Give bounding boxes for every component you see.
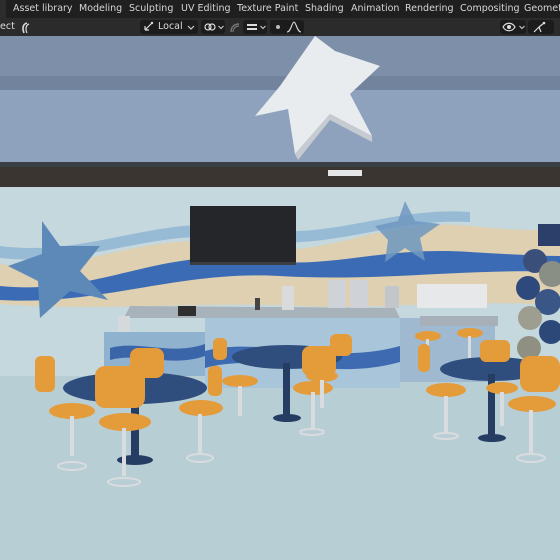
visibility-dropdown[interactable] <box>500 20 526 34</box>
transform-orientation-label: Local <box>158 21 183 32</box>
tab-asset-library[interactable]: Asset library <box>13 0 73 18</box>
tab-animation[interactable]: Animation <box>351 0 399 18</box>
ceiling-edge <box>0 162 560 167</box>
tv-bezel <box>190 262 296 265</box>
viewport-header-toolbar: ect Local <box>0 18 560 36</box>
snapping-toggle-icon[interactable] <box>228 20 242 34</box>
tab-texture-paint[interactable]: Texture Paint <box>237 0 298 18</box>
glass-rack <box>417 284 487 308</box>
counter-item <box>282 286 294 310</box>
tab-scroll-edge <box>0 0 6 18</box>
transform-orientation-dropdown[interactable]: Local <box>140 20 198 34</box>
3d-viewport[interactable] <box>0 36 560 560</box>
ceiling-light <box>328 170 362 176</box>
table-base <box>478 434 506 442</box>
workspace-tabs-bar: Asset library Modeling Sculpting UV Edit… <box>0 0 560 18</box>
tab-shading[interactable]: Shading <box>305 0 344 18</box>
proportional-editing-group[interactable] <box>270 20 304 34</box>
tab-rendering[interactable]: Rendering <box>405 0 454 18</box>
valance <box>0 167 560 187</box>
counter-register <box>178 306 196 316</box>
snap-icon[interactable] <box>18 20 32 34</box>
tab-sculpting[interactable]: Sculpting <box>129 0 173 18</box>
tab-compositing[interactable]: Compositing <box>460 0 520 18</box>
wall-tv <box>190 206 296 264</box>
tab-geometry[interactable]: Geometr <box>524 0 560 18</box>
mode-select-label[interactable]: ect <box>0 18 15 36</box>
transform-pivot-dropdown[interactable] <box>201 20 225 34</box>
coffee-urn <box>350 280 368 308</box>
tab-uv-editing[interactable]: UV Editing <box>181 0 231 18</box>
coffee-urn <box>328 280 346 308</box>
table-base <box>273 414 301 422</box>
counter-item <box>385 286 399 308</box>
faucet <box>255 298 260 310</box>
counter-top-right <box>420 316 498 326</box>
balloon <box>518 306 542 330</box>
tab-modeling[interactable]: Modeling <box>79 0 122 18</box>
gizmo-toggle[interactable] <box>528 20 554 34</box>
snap-target-dropdown[interactable] <box>243 20 267 34</box>
table-post <box>283 363 290 415</box>
wall-box <box>538 224 560 246</box>
